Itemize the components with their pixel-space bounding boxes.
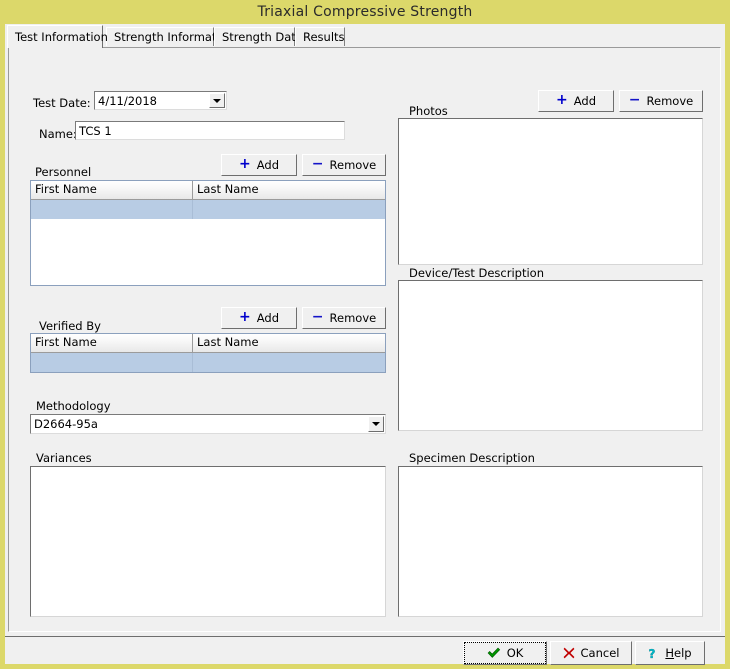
test-date-dropdown-button[interactable] bbox=[209, 93, 225, 108]
minus-icon: − bbox=[312, 310, 324, 324]
personnel-cell-first-name[interactable] bbox=[31, 200, 193, 219]
methodology-label: Methodology bbox=[36, 399, 111, 413]
minus-icon: − bbox=[629, 93, 641, 107]
verified-by-label: Verified By bbox=[39, 319, 101, 333]
device-test-description-textarea[interactable] bbox=[398, 280, 703, 431]
test-date-label: Test Date: bbox=[33, 96, 91, 110]
application-window: Triaxial Compressive Strength Test Infor… bbox=[0, 0, 730, 669]
ok-label: OK bbox=[507, 646, 524, 660]
help-button[interactable]: ? Help bbox=[635, 641, 705, 665]
verified-by-grid-header: First Name Last Name bbox=[31, 334, 385, 353]
personnel-grid-header: First Name Last Name bbox=[31, 181, 385, 200]
verified-by-remove-button[interactable]: − Remove bbox=[302, 307, 386, 329]
personnel-remove-button[interactable]: − Remove bbox=[302, 154, 386, 176]
cyan-question-icon: ? bbox=[648, 647, 659, 660]
photos-add-button[interactable]: + Add bbox=[538, 90, 614, 112]
verified-by-col-last-name: Last Name bbox=[193, 334, 385, 352]
table-row[interactable] bbox=[31, 353, 385, 372]
plus-icon: + bbox=[239, 310, 251, 324]
photos-remove-label: Remove bbox=[647, 94, 694, 108]
verified-by-add-label: Add bbox=[257, 311, 279, 325]
tab-label: Test Information bbox=[15, 30, 108, 44]
help-label-accel: H bbox=[665, 646, 674, 660]
cancel-button[interactable]: Cancel bbox=[550, 641, 632, 665]
verified-by-remove-label: Remove bbox=[330, 311, 377, 325]
help-label: Help bbox=[665, 646, 691, 660]
svg-text:?: ? bbox=[649, 647, 656, 660]
variances-textarea[interactable] bbox=[30, 466, 386, 617]
personnel-col-last-name: Last Name bbox=[193, 181, 385, 199]
window-title: Triaxial Compressive Strength bbox=[0, 0, 730, 24]
tab-strip: Test Information Strength Information St… bbox=[7, 25, 723, 47]
photos-list[interactable] bbox=[398, 118, 703, 265]
verified-by-cell-first-name[interactable] bbox=[31, 353, 193, 372]
verified-by-cell-last-name[interactable] bbox=[193, 353, 385, 372]
photos-label: Photos bbox=[409, 104, 448, 118]
tab-strength-data[interactable]: Strength Data bbox=[214, 27, 295, 46]
tab-test-information[interactable]: Test Information bbox=[7, 25, 103, 48]
red-x-icon bbox=[563, 647, 575, 659]
variances-label: Variances bbox=[36, 451, 92, 465]
footer-button-bar: OK Cancel ? bbox=[5, 637, 725, 664]
methodology-dropdown-button[interactable] bbox=[368, 416, 384, 432]
tab-strength-information[interactable]: Strength Information bbox=[106, 27, 214, 46]
plus-icon: + bbox=[239, 157, 251, 171]
table-row[interactable] bbox=[31, 200, 385, 219]
photos-add-label: Add bbox=[574, 94, 596, 108]
chevron-down-icon bbox=[372, 422, 380, 426]
cancel-label: Cancel bbox=[581, 646, 620, 660]
name-input[interactable]: TCS 1 bbox=[75, 121, 345, 140]
personnel-col-first-name: First Name bbox=[31, 181, 193, 199]
device-test-description-label: Device/Test Description bbox=[409, 266, 544, 280]
personnel-grid[interactable]: First Name Last Name bbox=[30, 180, 386, 286]
window-client-area: Test Information Strength Information St… bbox=[5, 24, 725, 664]
test-date-combo[interactable]: 4/11/2018 bbox=[94, 91, 227, 110]
minus-icon: − bbox=[312, 157, 324, 171]
help-label-rest: elp bbox=[674, 646, 692, 660]
personnel-add-button[interactable]: + Add bbox=[221, 154, 297, 176]
test-date-value: 4/11/2018 bbox=[98, 94, 206, 108]
personnel-label: Personnel bbox=[35, 165, 91, 179]
photos-remove-button[interactable]: − Remove bbox=[619, 90, 703, 112]
specimen-description-textarea[interactable] bbox=[398, 466, 703, 617]
tab-page-test-information: Test Date: 4/11/2018 Name: TCS 1 Personn… bbox=[8, 47, 721, 632]
ok-button[interactable]: OK bbox=[463, 641, 547, 665]
specimen-description-label: Specimen Description bbox=[409, 451, 535, 465]
tab-label: Strength Data bbox=[222, 30, 303, 44]
personnel-add-label: Add bbox=[257, 158, 279, 172]
tab-label: Results bbox=[303, 30, 345, 44]
verified-by-add-button[interactable]: + Add bbox=[221, 307, 297, 329]
verified-by-col-first-name: First Name bbox=[31, 334, 193, 352]
methodology-value: D2664-95a bbox=[34, 417, 365, 431]
verified-by-grid[interactable]: First Name Last Name bbox=[30, 333, 386, 373]
chevron-down-icon bbox=[213, 99, 221, 103]
personnel-remove-label: Remove bbox=[330, 158, 377, 172]
name-label: Name: bbox=[39, 127, 77, 141]
tab-results[interactable]: Results bbox=[295, 27, 345, 46]
personnel-cell-last-name[interactable] bbox=[193, 200, 385, 219]
green-check-icon bbox=[487, 647, 501, 659]
methodology-combo[interactable]: D2664-95a bbox=[30, 414, 386, 434]
plus-icon: + bbox=[556, 93, 568, 107]
